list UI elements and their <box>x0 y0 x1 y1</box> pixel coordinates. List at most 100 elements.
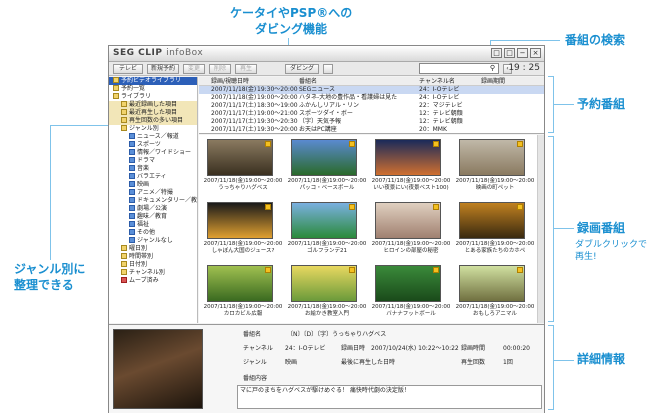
tree-item[interactable]: その他 <box>109 229 197 237</box>
recording-thumbnail[interactable] <box>291 202 357 239</box>
header-period[interactable]: 録画期間 <box>481 77 505 86</box>
folder-icon <box>121 109 127 115</box>
callout-genre-1: ジャンル別に <box>14 262 86 276</box>
recording-title: 映画の町ペット <box>475 185 515 191</box>
callout-recorded: 録画番組 <box>577 221 626 235</box>
tree-item[interactable]: 予約ビデオライブラリ <box>109 77 197 85</box>
recording-thumbnail[interactable] <box>291 139 357 176</box>
tree-item[interactable]: 劇場／公演 <box>109 205 197 213</box>
view-toggle-icon[interactable]: □ <box>491 48 502 58</box>
recording-tile[interactable]: 2007/11/18(金)19:00〜20:00 カロカビル広報 <box>203 263 283 323</box>
tree-item[interactable]: バラエティ <box>109 173 197 181</box>
tree-item[interactable]: ジャンル別 <box>109 125 197 133</box>
tree-item[interactable]: ドキュメンタリー／教養 <box>109 197 197 205</box>
tree-item[interactable]: 福祉 <box>109 221 197 229</box>
tree-item-label: その他 <box>137 229 156 236</box>
close-button[interactable]: × <box>530 48 541 58</box>
callout-dubbing-1: ケータイやPSP®への <box>230 6 353 20</box>
reserved-cell: 2007/11/17(土) <box>211 110 257 117</box>
reserved-cell: 24：I-Oテレビ <box>419 94 460 101</box>
folder-icon <box>129 141 135 147</box>
tree-item[interactable]: 再生回数の多い項目 <box>109 117 197 125</box>
recording-tile[interactable]: 2007/11/18(金)19:00〜20:00 ゴルフランデ21 <box>287 200 367 262</box>
dubbing-button[interactable]: ダビング <box>285 64 319 74</box>
tv-button[interactable]: テレビ <box>113 64 143 74</box>
detail-recdate-value: 2007/10/24(水) 10:22〜10:22 <box>371 345 459 352</box>
tree-item[interactable]: ライブラリ <box>109 93 197 101</box>
reserved-row[interactable]: 2007/11/17(土) 19:00〜21:00 スポーツダイ・ボー 12：テレビ朝… <box>199 110 544 118</box>
reserved-list: 録画/視聴日時 番組名 チャンネル名 録画期間 2007/11/18(金) 19:… <box>199 77 544 134</box>
recording-thumbnail[interactable] <box>207 202 273 239</box>
recording-thumbnail[interactable] <box>459 202 525 239</box>
tree-item[interactable]: 最近再生した項目 <box>109 109 197 117</box>
tree-item-label: 趣味／教育 <box>137 213 168 220</box>
tree-item[interactable]: アニメ／特撮 <box>109 189 197 197</box>
tree-item[interactable]: 曜日別 <box>109 245 197 253</box>
detail-content-box[interactable]: マに戸のまちをハグベスが駆けめぐる！ 痛快時代劇の決定版！ <box>237 385 542 409</box>
recording-tile[interactable]: 2007/11/18(金)19:00〜20:00 いい夜景にい(夜景ベスト100) <box>371 137 451 199</box>
recording-tile[interactable]: 2007/11/18(金)19:00〜20:00 おもしろアニマル <box>455 263 535 323</box>
grid-scrollbar[interactable] <box>537 135 544 323</box>
folder-icon <box>129 181 135 187</box>
recording-tile[interactable]: 2007/11/18(金)19:00〜20:00 バナナフットボール <box>371 263 451 323</box>
tree-item-label: ジャンル別 <box>129 125 159 132</box>
header-datetime[interactable]: 録画/視聴日時 <box>211 77 249 86</box>
recording-thumbnail[interactable] <box>207 265 273 302</box>
callout-detail: 詳細情報 <box>577 352 626 366</box>
tree-item[interactable]: 時間帯別 <box>109 253 197 261</box>
recording-thumbnail[interactable] <box>375 265 441 302</box>
tree-item[interactable]: 最近録画した項目 <box>109 101 197 109</box>
new-reservation-button[interactable]: 新規予約 <box>147 64 179 74</box>
recording-tile[interactable]: 2007/11/18(金)19:00〜20:00 とある家族たちのカホペ <box>455 200 535 262</box>
tree-item[interactable]: ドラマ <box>109 157 197 165</box>
reserved-cell: 2007/11/17(土) <box>211 118 257 125</box>
tree-item[interactable]: スポーツ <box>109 141 197 149</box>
reserved-row[interactable]: 2007/11/18(金) 19:00〜20:00 ハタネ-大地の豊作品・看護婦は見… <box>199 94 544 102</box>
recording-thumbnail[interactable] <box>291 265 357 302</box>
tree-item[interactable]: 予約一覧 <box>109 85 197 93</box>
minimize-button[interactable]: − <box>517 48 528 58</box>
search-input[interactable]: ⚲ <box>419 63 499 74</box>
layout-toggle-icon[interactable]: □ <box>504 48 515 58</box>
tree-item[interactable]: ジャンルなし <box>109 237 197 245</box>
recording-tile[interactable]: 2007/11/18(金)19:00〜20:00 ヒロインの部屋の秘密 <box>371 200 451 262</box>
tree-item[interactable]: 日付別 <box>109 261 197 269</box>
tree-item[interactable]: 情報／ワイドショー <box>109 149 197 157</box>
tree-item[interactable]: 趣味／教育 <box>109 213 197 221</box>
reserved-row[interactable]: 2007/11/18(金) 19:30〜20:00 SEGニュース 24：I-Oテレビ <box>199 86 544 94</box>
search-icon[interactable]: ⚲ <box>488 64 497 73</box>
recording-thumbnail[interactable] <box>375 202 441 239</box>
reserved-row[interactable]: 2007/11/17(土) 19:30〜20:30 〔字〕天気予報 12：テレビ朝顔 <box>199 118 544 126</box>
detail-duration-value: 00:00:20 <box>503 345 530 352</box>
recording-thumbnail[interactable] <box>459 139 525 176</box>
tree-item[interactable]: チャンネル別 <box>109 269 197 277</box>
reserved-row[interactable]: 2007/11/17(土) 18:30〜19:00 ふかんしリアル・リン 22：マジテ… <box>199 102 544 110</box>
header-title[interactable]: 番組名 <box>299 77 317 86</box>
recording-tile[interactable]: 2007/11/18(金)19:00〜20:00 うっちゃりハグベス <box>203 137 283 199</box>
tree-item-label: ニュース／報道 <box>137 133 179 140</box>
recording-tile[interactable]: 2007/11/18(金)19:00〜20:00 お絵かき教室入門 <box>287 263 367 323</box>
recording-tile[interactable]: 2007/11/18(金)19:00〜20:00 映画の町ペット <box>455 137 535 199</box>
recording-tile[interactable]: 2007/11/18(金)19:00〜20:00 しゃぼん大国のジュース? <box>203 200 283 262</box>
play-button[interactable]: 再生 <box>235 64 257 74</box>
recording-thumbnail[interactable] <box>375 139 441 176</box>
toolbar: テレビ 新規予約 変更 削除 再生 ダビング ⚲ ‹ 19 : 25 <box>109 62 544 76</box>
folder-icon <box>113 93 119 99</box>
tree-item[interactable]: 映画 <box>109 181 197 189</box>
recording-title: いい夜景にい(夜景ベスト100) <box>373 185 449 191</box>
tree-item-label: スポーツ <box>137 141 161 148</box>
tree-item[interactable]: 音楽 <box>109 165 197 173</box>
recording-tile[interactable]: 2007/11/18(金)19:00〜20:00 パッコ・ベースボール <box>287 137 367 199</box>
delete-button[interactable]: 削除 <box>209 64 231 74</box>
callout-search: 番組の検索 <box>565 33 626 47</box>
edit-button[interactable]: 変更 <box>183 64 205 74</box>
recording-thumbnail[interactable] <box>207 139 273 176</box>
header-channel[interactable]: チャンネル名 <box>419 77 455 86</box>
tree-item-label: 曜日別 <box>129 245 148 252</box>
tree-item[interactable]: ムーブ済み <box>109 277 197 285</box>
recording-thumbnail[interactable] <box>459 265 525 302</box>
tree-item[interactable]: ニュース／報道 <box>109 133 197 141</box>
reserved-row[interactable]: 2007/11/17(土) 19:30〜20:00 お天はPC講座 20：MMK <box>199 126 544 134</box>
grid-view-icon[interactable] <box>323 64 333 74</box>
recorded-grid: 2007/11/18(金)19:00〜20:00 うっちゃりハグベス 2007/11… <box>199 135 544 323</box>
